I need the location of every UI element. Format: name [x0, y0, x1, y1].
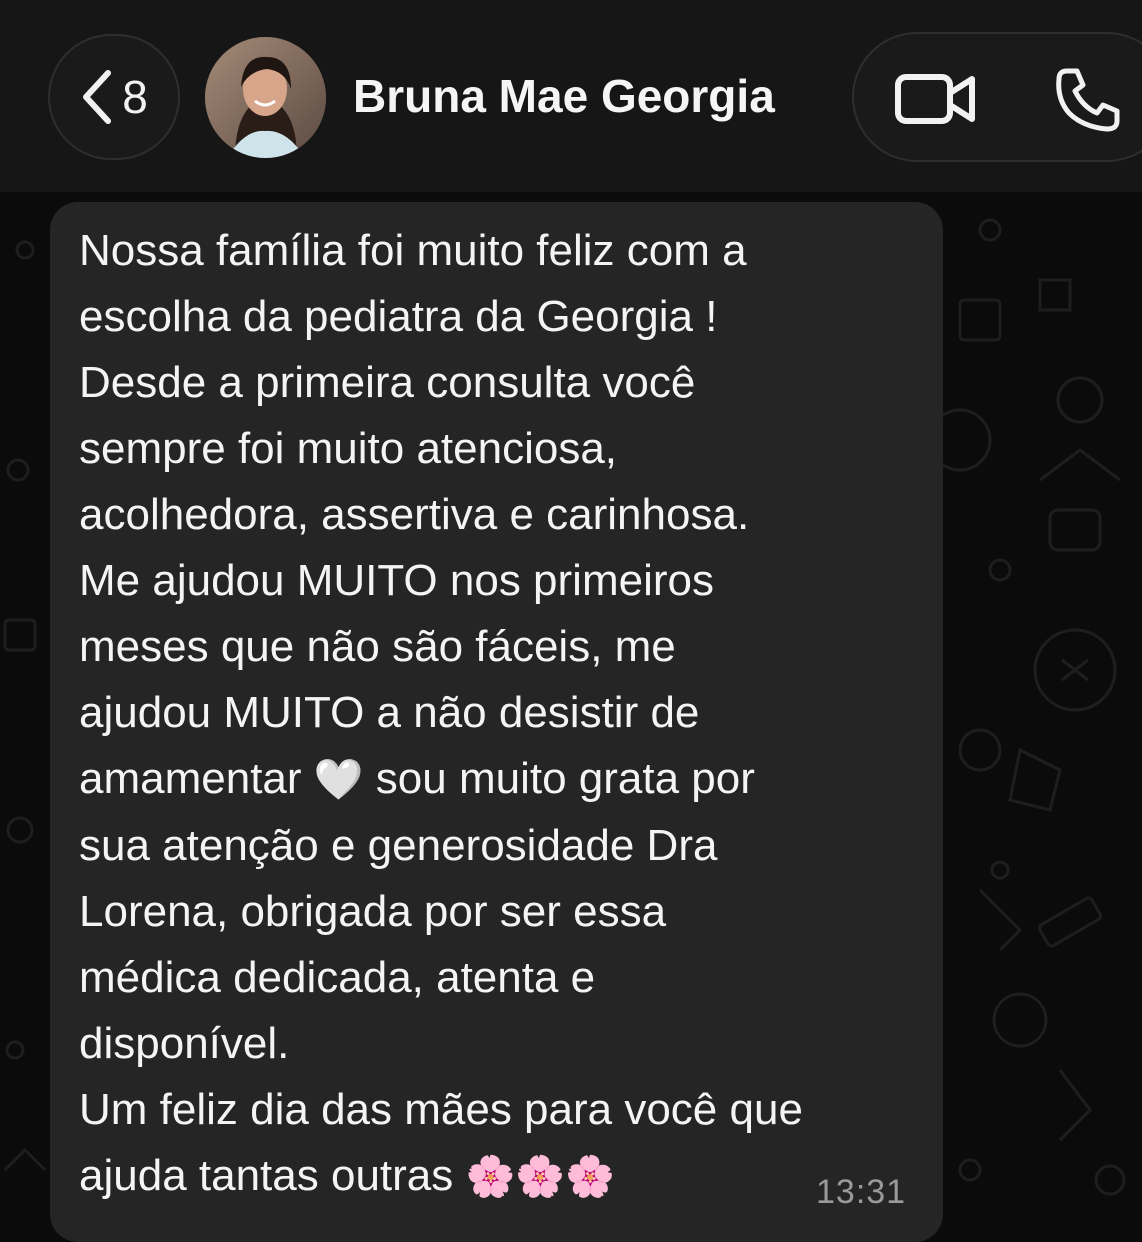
message-line: ajudou MUITO a não desistir de	[79, 688, 700, 737]
message-fragment: ajuda tantas outras	[79, 1151, 466, 1200]
message-line: sempre foi muito atenciosa,	[79, 424, 618, 473]
message-line: sua atenção e generosidade Dra	[79, 821, 718, 870]
video-camera-icon	[895, 74, 975, 124]
chevron-left-icon	[83, 70, 112, 124]
cherry-blossom-emojis: 🌸🌸🌸	[465, 1154, 615, 1200]
message-line: Desde a primeira consulta você	[79, 358, 696, 407]
message-fragment: sou muito grata por	[363, 754, 755, 803]
message-text: Nossa família foi muito feliz com a escol…	[79, 218, 929, 1210]
message-line: Um feliz dia das mães para você que	[79, 1085, 803, 1134]
message-line: meses que não são fáceis, me	[79, 622, 676, 671]
contact-name[interactable]: Bruna Mae Georgia	[353, 66, 775, 126]
phone-icon	[1056, 68, 1120, 132]
message-fragment: amamentar	[79, 754, 314, 803]
chat-header: 8 Bruna Mae Georgia	[0, 0, 1142, 192]
message-line: ajuda tantas outras 🌸🌸🌸	[79, 1143, 929, 1210]
message-line: Nossa família foi muito feliz com a	[79, 226, 747, 275]
message-line: acolhedora, assertiva e carinhosa.	[79, 490, 750, 539]
message-line: escolha da pediatra da Georgia !	[79, 292, 718, 341]
message-line: disponível.	[79, 1019, 290, 1068]
message-line: médica dedicada, atenta e	[79, 953, 596, 1002]
message-timestamp: 13:31	[816, 1173, 907, 1211]
white-heart-emoji: 🤍	[313, 757, 364, 803]
unread-count: 8	[122, 71, 148, 123]
avatar[interactable]	[205, 37, 326, 158]
message-line: Lorena, obrigada por ser essa	[79, 887, 667, 936]
message-line: Me ajudou MUITO nos primeiros	[79, 556, 714, 605]
back-button[interactable]: 8	[48, 34, 180, 160]
video-call-button[interactable]	[890, 66, 980, 132]
message-line: amamentar 🤍 sou muito grata por	[79, 746, 929, 813]
voice-call-button[interactable]	[1048, 60, 1128, 140]
avatar-photo	[205, 37, 326, 158]
